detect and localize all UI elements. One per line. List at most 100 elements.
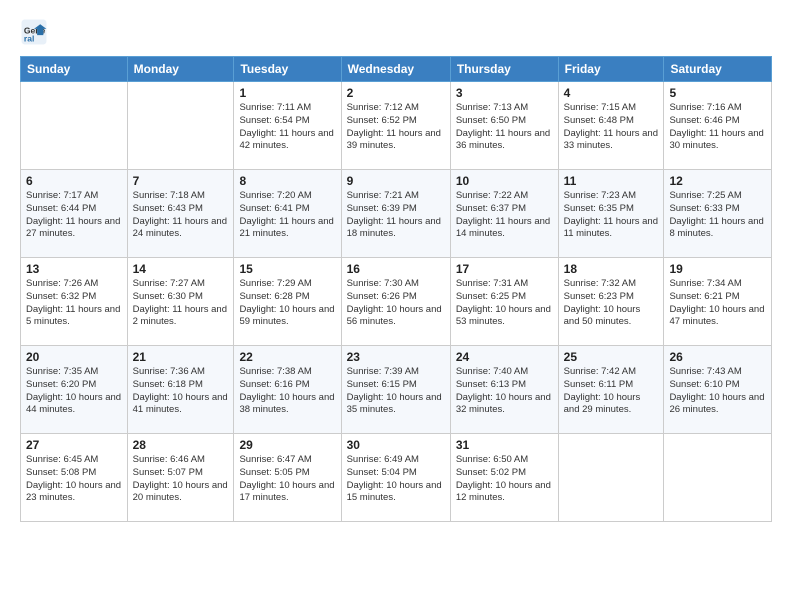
calendar-cell: 13Sunrise: 7:26 AM Sunset: 6:32 PM Dayli…: [21, 258, 128, 346]
day-info: Sunrise: 7:35 AM Sunset: 6:20 PM Dayligh…: [26, 366, 122, 417]
day-number: 28: [133, 438, 229, 452]
day-info: Sunrise: 7:30 AM Sunset: 6:26 PM Dayligh…: [347, 278, 445, 329]
day-info: Sunrise: 7:39 AM Sunset: 6:15 PM Dayligh…: [347, 366, 445, 417]
calendar-cell: 29 Sunrise: 6:47 AM Sunset: 5:05 PM Dayli…: [234, 434, 341, 522]
day-number: 2: [347, 86, 445, 100]
calendar-cell: 27 Sunrise: 6:45 AM Sunset: 5:08 PM Dayli…: [21, 434, 128, 522]
calendar-table: SundayMondayTuesdayWednesdayThursdayFrid…: [20, 56, 772, 522]
day-number: 26: [669, 350, 766, 364]
svg-text:ral: ral: [24, 33, 34, 43]
day-info: Sunrise: 7:42 AM Sunset: 6:11 PM Dayligh…: [564, 366, 659, 417]
day-number: 3: [456, 86, 553, 100]
calendar-cell: 25 Sunrise: 7:42 AM Sunset: 6:11 PM Dayli…: [558, 346, 664, 434]
calendar-cell: 7 Sunrise: 7:18 AM Sunset: 6:43 PM Daylig…: [127, 170, 234, 258]
day-info: Sunrise: 7:43 AM Sunset: 6:10 PM Dayligh…: [669, 366, 766, 417]
calendar-cell: 20 Sunrise: 7:35 AM Sunset: 6:20 PM Dayli…: [21, 346, 128, 434]
day-number: 5: [669, 86, 766, 100]
calendar-cell: 1 Sunrise: 7:11 AM Sunset: 6:54 PM Daylig…: [234, 82, 341, 170]
logo: Gene ral: [20, 18, 52, 46]
day-info: Sunrise: 7:16 AM Sunset: 6:46 PM Dayligh…: [669, 102, 766, 153]
day-info: Sunrise: 7:40 AM Sunset: 6:13 PM Dayligh…: [456, 366, 553, 417]
calendar-cell: 31 Sunrise: 6:50 AM Sunset: 5:02 PM Dayli…: [450, 434, 558, 522]
day-info: Sunrise: 7:12 AM Sunset: 6:52 PM Dayligh…: [347, 102, 445, 153]
calendar-cell: 28 Sunrise: 6:46 AM Sunset: 5:07 PM Dayli…: [127, 434, 234, 522]
day-number: 6: [26, 174, 122, 188]
calendar-cell: 22Sunrise: 7:38 AM Sunset: 6:16 PM Dayli…: [234, 346, 341, 434]
calendar-cell: 17 Sunrise: 7:31 AM Sunset: 6:25 PM Dayli…: [450, 258, 558, 346]
day-number: 12: [669, 174, 766, 188]
calendar-cell: 19Sunrise: 7:34 AM Sunset: 6:21 PM Dayli…: [664, 258, 772, 346]
day-info: Sunrise: 6:46 AM Sunset: 5:07 PM Dayligh…: [133, 454, 229, 505]
calendar-cell: [127, 82, 234, 170]
day-info: Sunrise: 6:47 AM Sunset: 5:05 PM Dayligh…: [239, 454, 335, 505]
calendar-cell: [558, 434, 664, 522]
weekday-header: Thursday: [450, 57, 558, 82]
day-number: 15: [239, 262, 335, 276]
day-info: Sunrise: 7:18 AM Sunset: 6:43 PM Dayligh…: [133, 190, 229, 241]
day-number: 4: [564, 86, 659, 100]
weekday-header: Wednesday: [341, 57, 450, 82]
day-number: 16: [347, 262, 445, 276]
calendar-cell: 15 Sunrise: 7:29 AM Sunset: 6:28 PM Dayli…: [234, 258, 341, 346]
calendar-week-row: 1 Sunrise: 7:11 AM Sunset: 6:54 PM Daylig…: [21, 82, 772, 170]
calendar-cell: 8Sunrise: 7:20 AM Sunset: 6:41 PM Daylig…: [234, 170, 341, 258]
calendar-cell: 12 Sunrise: 7:25 AM Sunset: 6:33 PM Dayli…: [664, 170, 772, 258]
calendar-week-row: 13Sunrise: 7:26 AM Sunset: 6:32 PM Dayli…: [21, 258, 772, 346]
calendar-cell: 23 Sunrise: 7:39 AM Sunset: 6:15 PM Dayli…: [341, 346, 450, 434]
calendar-cell: 18 Sunrise: 7:32 AM Sunset: 6:23 PM Dayli…: [558, 258, 664, 346]
day-number: 8: [239, 174, 335, 188]
calendar-week-row: 27 Sunrise: 6:45 AM Sunset: 5:08 PM Dayli…: [21, 434, 772, 522]
day-info: Sunrise: 7:23 AM Sunset: 6:35 PM Dayligh…: [564, 190, 659, 241]
calendar-cell: 4 Sunrise: 7:15 AM Sunset: 6:48 PM Daylig…: [558, 82, 664, 170]
day-info: Sunrise: 7:15 AM Sunset: 6:48 PM Dayligh…: [564, 102, 659, 153]
calendar-cell: 6 Sunrise: 7:17 AM Sunset: 6:44 PM Daylig…: [21, 170, 128, 258]
calendar-week-row: 6 Sunrise: 7:17 AM Sunset: 6:44 PM Daylig…: [21, 170, 772, 258]
day-number: 1: [239, 86, 335, 100]
day-number: 10: [456, 174, 553, 188]
calendar-cell: 2 Sunrise: 7:12 AM Sunset: 6:52 PM Daylig…: [341, 82, 450, 170]
day-number: 17: [456, 262, 553, 276]
day-number: 27: [26, 438, 122, 452]
day-info: Sunrise: 7:21 AM Sunset: 6:39 PM Dayligh…: [347, 190, 445, 241]
calendar-week-row: 20 Sunrise: 7:35 AM Sunset: 6:20 PM Dayli…: [21, 346, 772, 434]
day-number: 14: [133, 262, 229, 276]
day-number: 23: [347, 350, 445, 364]
day-number: 29: [239, 438, 335, 452]
calendar-header-row: SundayMondayTuesdayWednesdayThursdayFrid…: [21, 57, 772, 82]
calendar-cell: 14 Sunrise: 7:27 AM Sunset: 6:30 PM Dayli…: [127, 258, 234, 346]
day-number: 11: [564, 174, 659, 188]
calendar-cell: 30 Sunrise: 6:49 AM Sunset: 5:04 PM Dayli…: [341, 434, 450, 522]
day-number: 7: [133, 174, 229, 188]
day-info: Sunrise: 7:25 AM Sunset: 6:33 PM Dayligh…: [669, 190, 766, 241]
weekday-header: Monday: [127, 57, 234, 82]
day-number: 9: [347, 174, 445, 188]
day-number: 31: [456, 438, 553, 452]
calendar-cell: 11 Sunrise: 7:23 AM Sunset: 6:35 PM Dayli…: [558, 170, 664, 258]
calendar-cell: 10Sunrise: 7:22 AM Sunset: 6:37 PM Dayli…: [450, 170, 558, 258]
weekday-header: Sunday: [21, 57, 128, 82]
day-info: Sunrise: 6:50 AM Sunset: 5:02 PM Dayligh…: [456, 454, 553, 505]
day-number: 22: [239, 350, 335, 364]
day-number: 25: [564, 350, 659, 364]
logo-icon: Gene ral: [20, 18, 48, 46]
day-number: 18: [564, 262, 659, 276]
day-info: Sunrise: 7:27 AM Sunset: 6:30 PM Dayligh…: [133, 278, 229, 329]
day-number: 13: [26, 262, 122, 276]
calendar-cell: 9 Sunrise: 7:21 AM Sunset: 6:39 PM Daylig…: [341, 170, 450, 258]
day-number: 21: [133, 350, 229, 364]
day-info: Sunrise: 7:29 AM Sunset: 6:28 PM Dayligh…: [239, 278, 335, 329]
day-info: Sunrise: 7:34 AM Sunset: 6:21 PM Dayligh…: [669, 278, 766, 329]
day-info: Sunrise: 7:11 AM Sunset: 6:54 PM Dayligh…: [239, 102, 335, 153]
day-info: Sunrise: 7:17 AM Sunset: 6:44 PM Dayligh…: [26, 190, 122, 241]
day-info: Sunrise: 7:13 AM Sunset: 6:50 PM Dayligh…: [456, 102, 553, 153]
day-info: Sunrise: 6:49 AM Sunset: 5:04 PM Dayligh…: [347, 454, 445, 505]
day-info: Sunrise: 6:45 AM Sunset: 5:08 PM Dayligh…: [26, 454, 122, 505]
weekday-header: Tuesday: [234, 57, 341, 82]
day-number: 20: [26, 350, 122, 364]
day-info: Sunrise: 7:32 AM Sunset: 6:23 PM Dayligh…: [564, 278, 659, 329]
calendar-cell: 5 Sunrise: 7:16 AM Sunset: 6:46 PM Daylig…: [664, 82, 772, 170]
day-number: 30: [347, 438, 445, 452]
day-info: Sunrise: 7:31 AM Sunset: 6:25 PM Dayligh…: [456, 278, 553, 329]
calendar-cell: 24Sunrise: 7:40 AM Sunset: 6:13 PM Dayli…: [450, 346, 558, 434]
calendar-cell: 26 Sunrise: 7:43 AM Sunset: 6:10 PM Dayli…: [664, 346, 772, 434]
